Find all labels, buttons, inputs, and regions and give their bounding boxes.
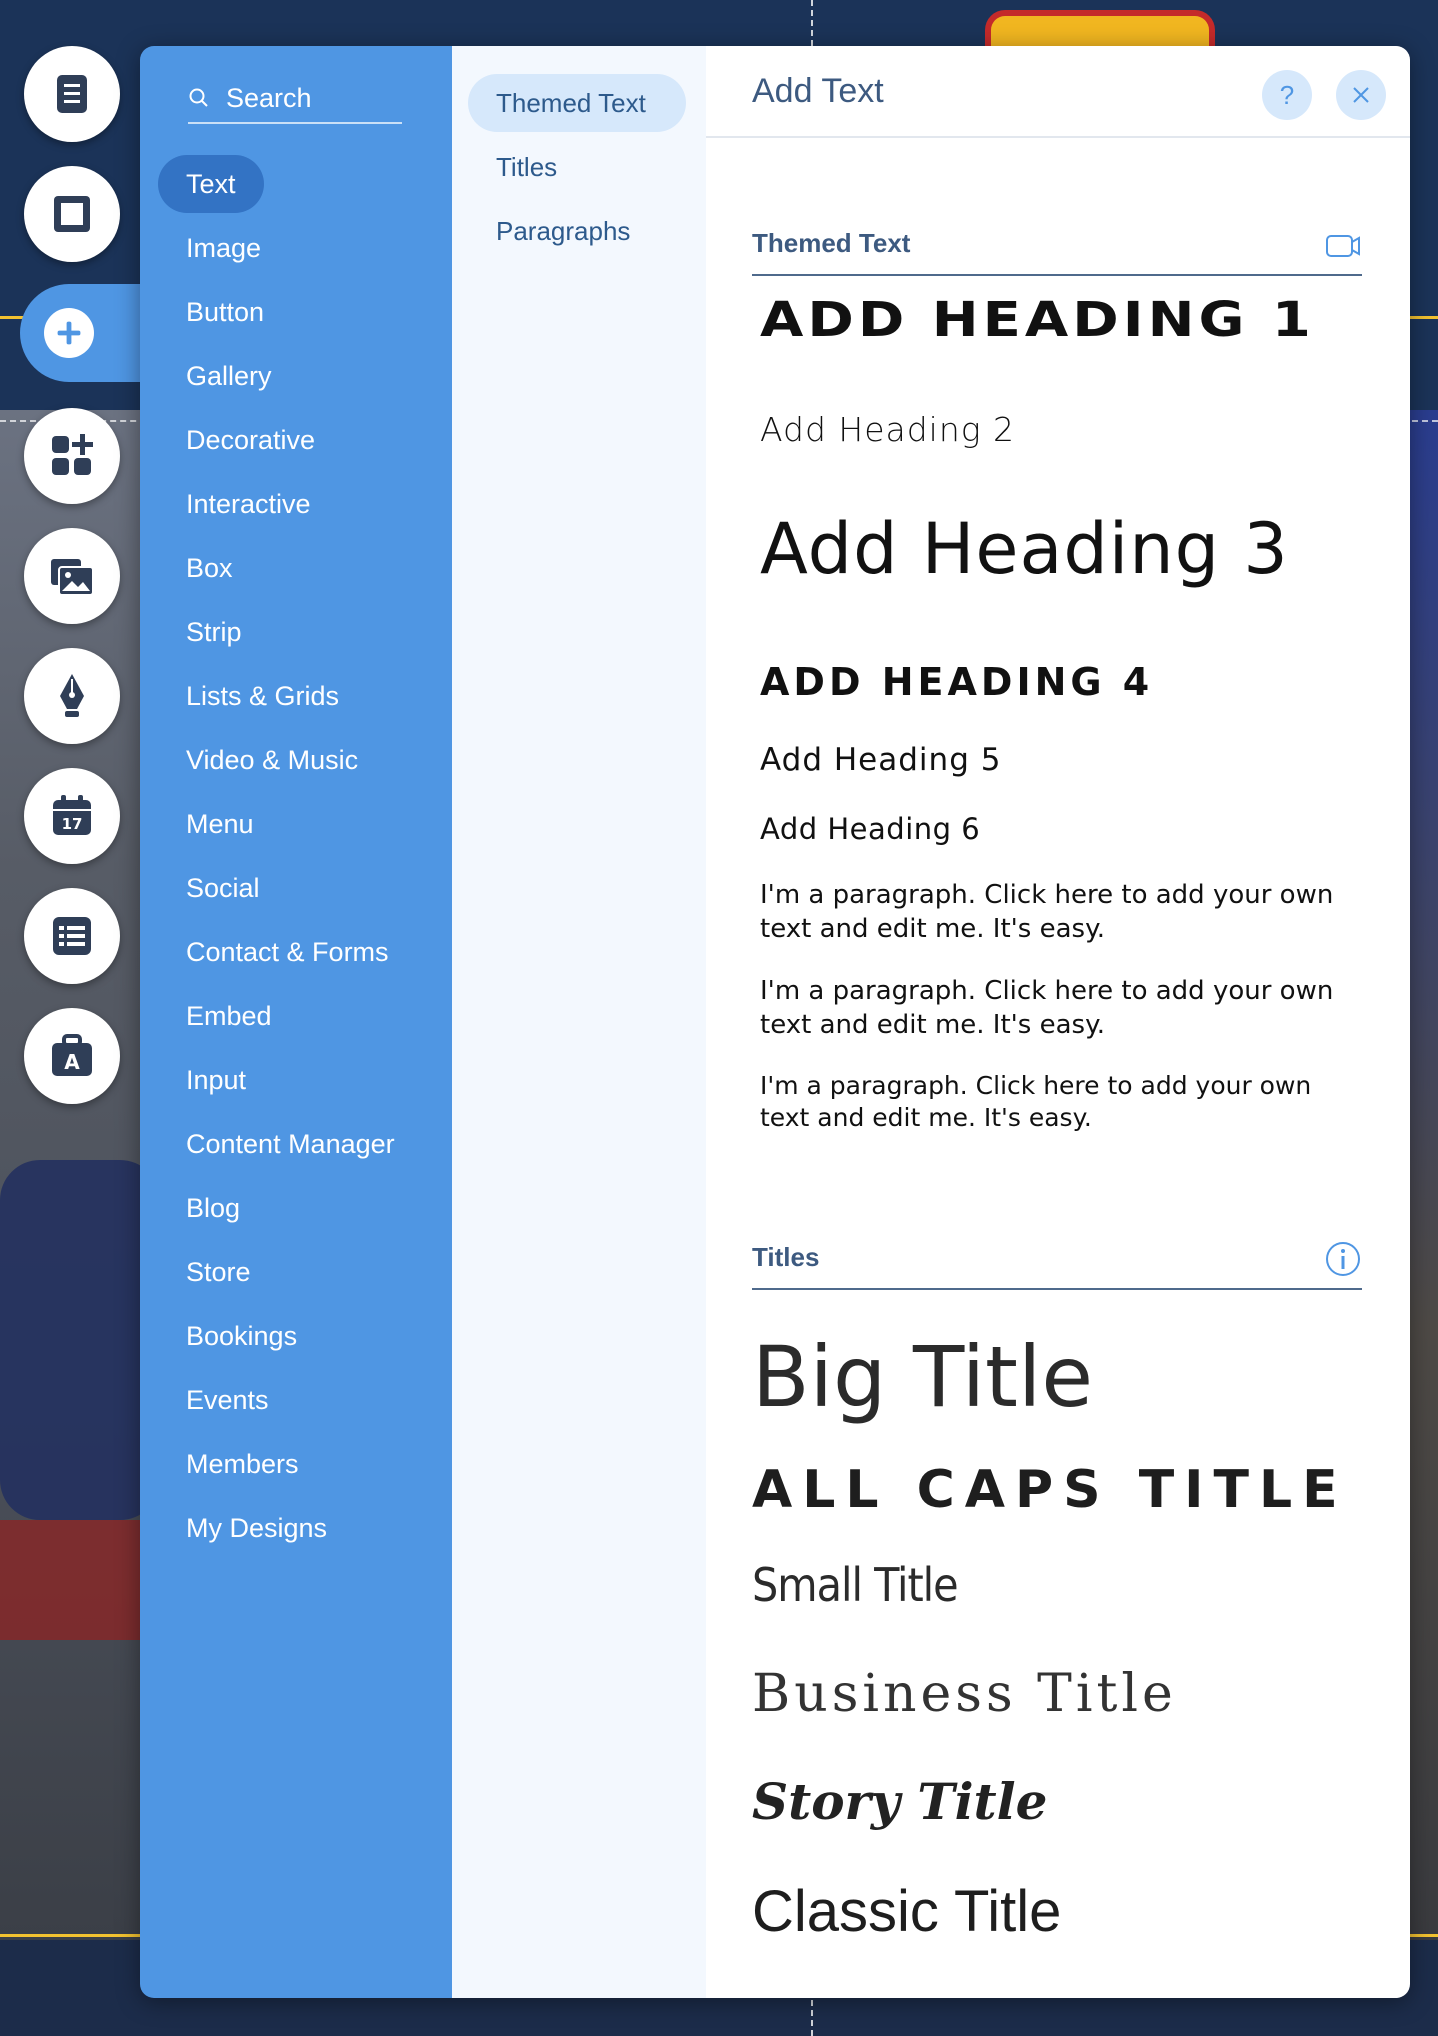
- site-design-icon: [54, 196, 90, 232]
- panel-content: Add Text ? Themed Text Add Heading 1 Add…: [706, 46, 1410, 1998]
- heading-1-preset[interactable]: Add Heading 1: [760, 292, 1315, 348]
- paragraph-3-preset[interactable]: I'm a paragraph. Click here to add your …: [760, 1070, 1360, 1134]
- subcategory-titles[interactable]: Titles: [468, 138, 686, 196]
- themed-text-section-header: Themed Text: [752, 220, 1362, 276]
- category-item-text[interactable]: Text: [158, 152, 438, 216]
- category-item-input[interactable]: Input: [158, 1048, 438, 1112]
- paragraph-2-preset[interactable]: I'm a paragraph. Click here to add your …: [760, 974, 1360, 1042]
- category-item-button[interactable]: Button: [158, 280, 438, 344]
- category-sidebar: Search Text Image Button Gallery Decorat…: [140, 46, 452, 1998]
- add-apps-button[interactable]: [24, 408, 120, 504]
- category-item-strip[interactable]: Strip: [158, 600, 438, 664]
- category-item-lists-grids[interactable]: Lists & Grids: [158, 664, 438, 728]
- subcategory-themed-text[interactable]: Themed Text: [468, 74, 686, 132]
- blog-pen-icon: [60, 674, 84, 717]
- pages-menu-button[interactable]: [24, 46, 120, 142]
- all-caps-title-preset[interactable]: All Caps Title: [752, 1460, 1348, 1520]
- category-item-blog[interactable]: Blog: [158, 1176, 438, 1240]
- site-photo-detail: [0, 1520, 150, 1640]
- category-item-interactive[interactable]: Interactive: [158, 472, 438, 536]
- video-tutorial-icon[interactable]: [1324, 226, 1362, 264]
- business-tools-icon: A: [52, 1034, 92, 1076]
- add-elements-icon: [44, 308, 94, 358]
- subcategory-sidebar: Themed Text Titles Paragraphs: [452, 46, 706, 1998]
- titles-section-header: Titles: [752, 1234, 1362, 1290]
- category-list: Text Image Button Gallery Decorative Int…: [158, 152, 438, 1560]
- small-title-preset[interactable]: Small Title: [752, 1558, 959, 1612]
- category-item-image[interactable]: Image: [158, 216, 438, 280]
- heading-5-preset[interactable]: Add Heading 5: [760, 742, 1001, 778]
- category-item-store[interactable]: Store: [158, 1240, 438, 1304]
- huge-title-preset[interactable]: HUGE TITLE: [752, 1982, 1410, 1998]
- heading-6-preset[interactable]: Add Heading 6: [760, 812, 980, 846]
- section-label: Titles: [752, 1242, 820, 1272]
- cms-list-icon: [53, 917, 91, 955]
- cms-button[interactable]: [24, 888, 120, 984]
- category-item-decorative[interactable]: Decorative: [158, 408, 438, 472]
- heading-3-preset[interactable]: Add Heading 3: [760, 508, 1289, 590]
- blog-button[interactable]: [24, 648, 120, 744]
- media-icon: [51, 559, 94, 596]
- panel-title: Add Text: [752, 72, 884, 110]
- add-elements-button[interactable]: [20, 284, 150, 382]
- category-item-video-music[interactable]: Video & Music: [158, 728, 438, 792]
- category-item-embed[interactable]: Embed: [158, 984, 438, 1048]
- category-item-social[interactable]: Social: [158, 856, 438, 920]
- close-icon: [1353, 87, 1369, 103]
- category-item-bookings[interactable]: Bookings: [158, 1304, 438, 1368]
- business-title-preset[interactable]: Business Title: [752, 1664, 1177, 1724]
- category-item-events[interactable]: Events: [158, 1368, 438, 1432]
- info-icon[interactable]: [1324, 1240, 1362, 1278]
- search-placeholder: Search: [226, 82, 312, 113]
- pages-menu-icon: [57, 75, 87, 113]
- close-button[interactable]: [1336, 70, 1386, 120]
- panel-header: Add Text ?: [706, 46, 1410, 138]
- site-photo-detail: [0, 1160, 160, 1520]
- search-icon: [189, 88, 208, 107]
- bookings-button[interactable]: 17: [24, 768, 120, 864]
- story-title-preset[interactable]: Story Title: [752, 1772, 1047, 1831]
- category-item-contact-forms[interactable]: Contact & Forms: [158, 920, 438, 984]
- tools-letter-text: A: [64, 1050, 80, 1074]
- add-elements-panel: Search Text Image Button Gallery Decorat…: [140, 46, 1410, 1998]
- category-item-menu[interactable]: Menu: [158, 792, 438, 856]
- section-label: Themed Text: [752, 228, 911, 258]
- category-search[interactable]: Search: [188, 74, 402, 124]
- category-item-members[interactable]: Members: [158, 1432, 438, 1496]
- help-icon: ?: [1279, 79, 1295, 110]
- heading-4-preset[interactable]: Add Heading 4: [760, 660, 1153, 704]
- help-button[interactable]: ?: [1262, 70, 1312, 120]
- classic-title-preset[interactable]: Classic Title: [752, 1878, 1061, 1945]
- business-tools-button[interactable]: A: [24, 1008, 120, 1104]
- category-item-my-designs[interactable]: My Designs: [158, 1496, 438, 1560]
- subcategory-paragraphs[interactable]: Paragraphs: [468, 202, 686, 260]
- category-item-box[interactable]: Box: [158, 536, 438, 600]
- big-title-preset[interactable]: Big Title: [752, 1328, 1093, 1426]
- paragraph-1-preset[interactable]: I'm a paragraph. Click here to add your …: [760, 878, 1360, 946]
- heading-2-preset[interactable]: Add Heading 2: [760, 410, 1015, 449]
- add-apps-icon: [52, 434, 93, 475]
- media-button[interactable]: [24, 528, 120, 624]
- category-item-content-manager[interactable]: Content Manager: [158, 1112, 438, 1176]
- site-design-button[interactable]: [24, 166, 120, 262]
- category-item-gallery[interactable]: Gallery: [158, 344, 438, 408]
- bookings-calendar-icon: 17: [53, 795, 91, 835]
- calendar-day-text: 17: [62, 815, 83, 833]
